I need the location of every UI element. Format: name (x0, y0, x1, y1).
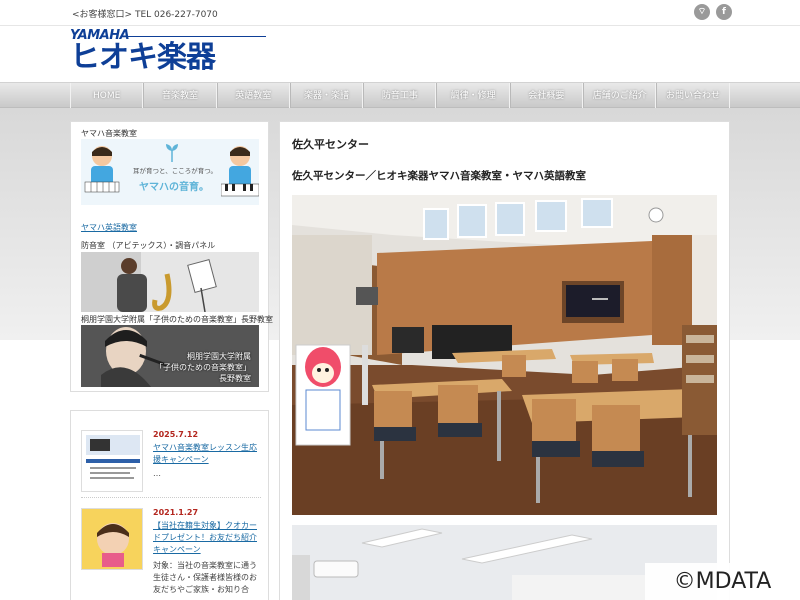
news-date: 2021.1.27 (153, 508, 199, 517)
campaign-flyer-image (82, 431, 142, 491)
nav-item-tuning-repair[interactable]: 調律・修理 (436, 83, 510, 109)
main-content: 佐久平センター 佐久平センター／ヒオキ楽器ヤマハ音楽教室・ヤマハ英語教室 (279, 121, 730, 600)
logo-name-text: ヒオキ楽器 (70, 40, 216, 75)
top-bar: <お客様窓口> TEL 026-227-7070 ⌔ f (0, 0, 800, 26)
news-divider (81, 497, 261, 498)
news-list: 2025.7.12 ヤマハ音楽教室レッスン生応援キャンペーン … 2021.1.… (70, 410, 269, 600)
english-class-link[interactable]: ヤマハ英語教室 (81, 222, 137, 233)
saxophone-player-image (81, 252, 259, 312)
page-title: 佐久平センター (292, 138, 369, 151)
toho-class-banner[interactable]: 桐朋学園大学附属 「子供のための音楽教室」 長野教室 (81, 325, 259, 387)
toho-caption-line1: 桐朋学園大学附属 (187, 352, 251, 361)
news-date: 2025.7.12 (153, 430, 199, 439)
news-excerpt: 対象：当社の音楽教室に通う生徒さん・保護者様皆様のお友だちやご家族・お知り合 (153, 561, 257, 594)
news-excerpt: … (153, 469, 161, 478)
logo-line (122, 36, 266, 37)
nav-item-soundproofing[interactable]: 防音工事 (363, 83, 437, 109)
music-class-label: ヤマハ音楽教室 (81, 129, 137, 138)
child-right-image (221, 146, 259, 197)
nav-item-stores[interactable]: 店舗のご紹介 (583, 83, 657, 109)
toho-caption-line2: 「子供のための音楽教室」 (155, 363, 251, 372)
nav-item-company[interactable]: 会社概要 (509, 83, 584, 109)
banner-title: ヤマハの音育。 (139, 182, 209, 193)
toho-caption: 桐朋学園大学附属 「子供のための音楽教室」 長野教室 (155, 351, 251, 384)
facebook-icon[interactable]: f (716, 4, 732, 20)
sprout-icon (166, 144, 178, 162)
main-nav: HOME 音楽教室 英語教室 楽器・楽譜 防音工事 調律・修理 会社概要 店舗の… (0, 82, 800, 109)
site-logo[interactable]: YAMAHA ヒオキ楽器 (70, 28, 270, 73)
nav-item-english-class[interactable]: 英語教室 (216, 83, 290, 109)
yamaha-ongaku-banner[interactable]: 耳が育つと、こころが育つ。 ヤマハの音育。 (81, 139, 259, 205)
child-with-card-image (82, 509, 142, 569)
section-heading: 佐久平センター／ヒオキ楽器ヤマハ音楽教室・ヤマハ英語教室 (292, 170, 586, 182)
nav-item-instruments[interactable]: 楽器・楽譜 (289, 83, 364, 109)
news-title-link[interactable]: ヤマハ音楽教室レッスン生応援キャンペーン (153, 442, 261, 466)
toho-caption-line3: 長野教室 (219, 374, 251, 383)
rss-icon[interactable]: ⌔ (694, 4, 710, 20)
child-left-image (84, 146, 120, 193)
news-title-link[interactable]: 【当社在籍生対象】クオカードプレゼント！お友だち紹介キャンペーン (153, 520, 261, 556)
classroom-photo (292, 195, 717, 515)
toho-class-label: 桐朋学園大学附属「子供のための音楽教室」長野教室 (81, 315, 273, 324)
classroom-interior-image (292, 195, 717, 515)
social-links: ⌔ f (694, 4, 732, 20)
contact-phone: <お客様窓口> TEL 026-227-7070 (72, 10, 218, 20)
soundproof-room-photo[interactable] (81, 252, 259, 312)
sidebar-banners: ヤマハ音楽教室 耳が育つと、こころが育つ。 ヤマハの音育。 ヤマハ英語教室 防音… (70, 121, 273, 392)
nav-item-music-class[interactable]: 音楽教室 (143, 83, 217, 109)
copyright-watermark: ©MDATA (645, 563, 800, 600)
soundproof-label: 防音室 （アビテックス）・調音パネル (81, 241, 216, 250)
nav-item-home[interactable]: HOME (70, 83, 144, 109)
banner-tagline: 耳が育つと、こころが育つ。 (133, 167, 217, 175)
nav-item-contact[interactable]: お問い合わせ (656, 83, 730, 109)
news-thumbnail[interactable] (81, 508, 143, 570)
site-header: YAMAHA ヒオキ楽器 (0, 26, 800, 82)
news-thumbnail[interactable] (81, 430, 143, 492)
